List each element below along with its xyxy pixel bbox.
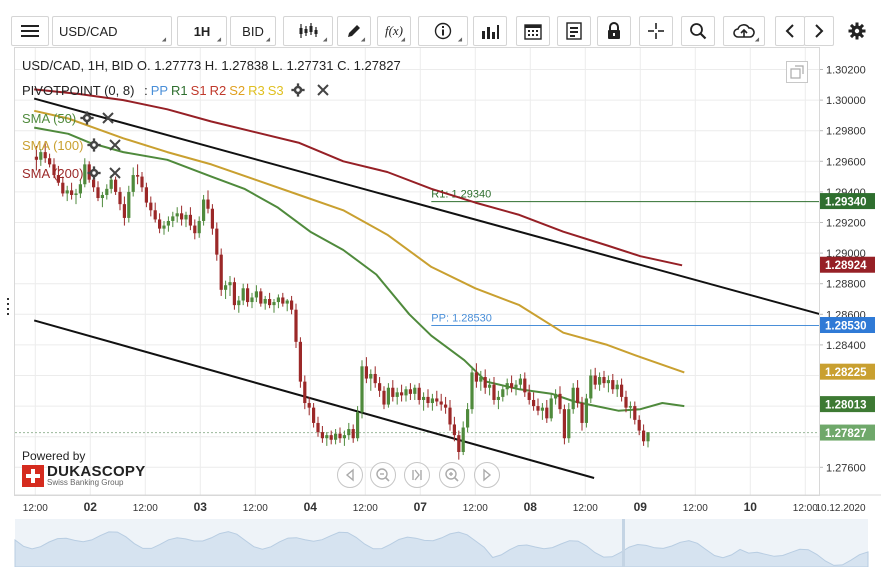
x-tick-label: 09 <box>634 500 648 514</box>
chart-frame <box>14 47 820 496</box>
sma-settings-icon[interactable] <box>80 111 94 125</box>
y-tick-label: 1.29600 <box>826 156 866 168</box>
pivot-items: PP R1 S1 R2 S2 R3 S3 <box>148 83 284 98</box>
sma-legend[interactable]: SMA (50) <box>22 111 114 126</box>
sma-legend-label: SMA (100) <box>22 138 84 153</box>
x-tick-label: 12:00 <box>573 503 598 514</box>
y-tick-label: 1.28800 <box>826 279 866 291</box>
brand-tagline: Swiss Banking Group <box>47 478 124 487</box>
x-tick-label: 12:00 <box>243 503 268 514</box>
pivot-legend-item: R1 <box>171 83 188 98</box>
pause-button[interactable] <box>404 462 430 488</box>
navigator-handle <box>622 519 625 567</box>
pivot-remove-icon[interactable] <box>317 84 329 96</box>
price-label-text: 1.29340 <box>825 197 867 209</box>
price-label-text: 1.27827 <box>825 428 867 440</box>
expand-chart-button[interactable] <box>786 61 808 83</box>
dukascopy-logo: Powered by DUKASCOPY Swiss Banking Group <box>22 449 146 487</box>
y-tick-label: 1.27600 <box>826 462 866 474</box>
sma-remove-icon[interactable] <box>102 112 114 124</box>
powered-by-text: Powered by <box>22 449 86 463</box>
x-tick-label: 12:00 <box>133 503 158 514</box>
zoom-out-button[interactable] <box>370 462 396 488</box>
swiss-cross-icon <box>22 464 44 487</box>
x-tick-label: 02 <box>84 500 98 514</box>
x-tick-label: 12:00 <box>463 503 488 514</box>
triangle-right-icon <box>483 468 492 482</box>
sma-remove-icon[interactable] <box>109 139 122 151</box>
x-tick-label: 12:00 <box>23 503 48 514</box>
panel-drag-handle[interactable] <box>7 296 11 318</box>
x-tick-label: 10.12.2020 <box>815 503 865 514</box>
x-tick-label: 04 <box>304 500 318 514</box>
y-tick-label: 1.28400 <box>826 340 866 352</box>
price-label-text: 1.28013 <box>825 400 867 412</box>
pivot-legend-item: S1 <box>190 83 207 98</box>
x-tick-label: 08 <box>524 500 538 514</box>
nav-next-button[interactable] <box>474 462 500 488</box>
x-tick-label: 07 <box>414 500 428 514</box>
zoom-in-button[interactable] <box>439 462 465 488</box>
x-tick-label: 03 <box>194 500 208 514</box>
pivot-settings-icon[interactable] <box>291 83 305 97</box>
sma-legend-label: SMA (200) <box>22 166 84 181</box>
ohlc-legend: USD/CAD, 1H, BID O. 1.27773 H. 1.27838 L… <box>22 58 401 73</box>
x-tick-label: 12:00 <box>683 503 708 514</box>
pivot-legend-item: PP <box>150 83 169 98</box>
zoom-out-icon <box>376 468 390 482</box>
y-tick-label: 1.30200 <box>826 65 866 77</box>
price-label-text: 1.28225 <box>825 367 867 379</box>
pivot-legend-item: S2 <box>229 83 246 98</box>
expand-icon <box>790 65 804 79</box>
price-label-text: 1.28924 <box>825 260 867 272</box>
sma-legend[interactable]: SMA (200) <box>22 166 122 181</box>
sma-settings-icon[interactable] <box>87 166 102 180</box>
y-tick-label: 1.30000 <box>826 95 866 107</box>
pivot-legend[interactable]: PIVOTPOINT (0, 8) : PP R1 S1 R2 S2 R3 S3 <box>22 83 329 98</box>
sma-remove-icon[interactable] <box>109 167 122 179</box>
sma-legend[interactable]: SMA (100) <box>22 138 122 153</box>
x-tick-label: 10 <box>744 500 758 514</box>
sma-legend-label: SMA (50) <box>22 111 77 126</box>
nav-prev-button[interactable] <box>337 462 363 488</box>
x-tick-label: 12:00 <box>353 503 378 514</box>
x-tick-label: 12:00 <box>793 503 818 514</box>
x-axis: 12:00 02 12:00 03 12:00 04 12:00 07 12:00 08 12:00… <box>15 494 881 514</box>
price-label-text: 1.28530 <box>825 321 867 333</box>
navigator-strip[interactable] <box>14 519 869 567</box>
pivot-legend-item: R3 <box>248 83 265 98</box>
y-tick-label: 1.29200 <box>826 218 866 230</box>
triangle-left-icon <box>345 468 354 482</box>
pause-icon <box>412 469 422 481</box>
pivot-legend-item: S3 <box>267 83 284 98</box>
brand-name: DUKASCOPY <box>47 463 146 480</box>
sma-settings-icon[interactable] <box>87 138 102 152</box>
zoom-in-icon <box>445 468 459 482</box>
pivot-legend-item: R2 <box>209 83 227 98</box>
pivot-name: PIVOTPOINT (0, 8) <box>22 83 135 98</box>
y-tick-label: 1.29800 <box>826 126 866 138</box>
